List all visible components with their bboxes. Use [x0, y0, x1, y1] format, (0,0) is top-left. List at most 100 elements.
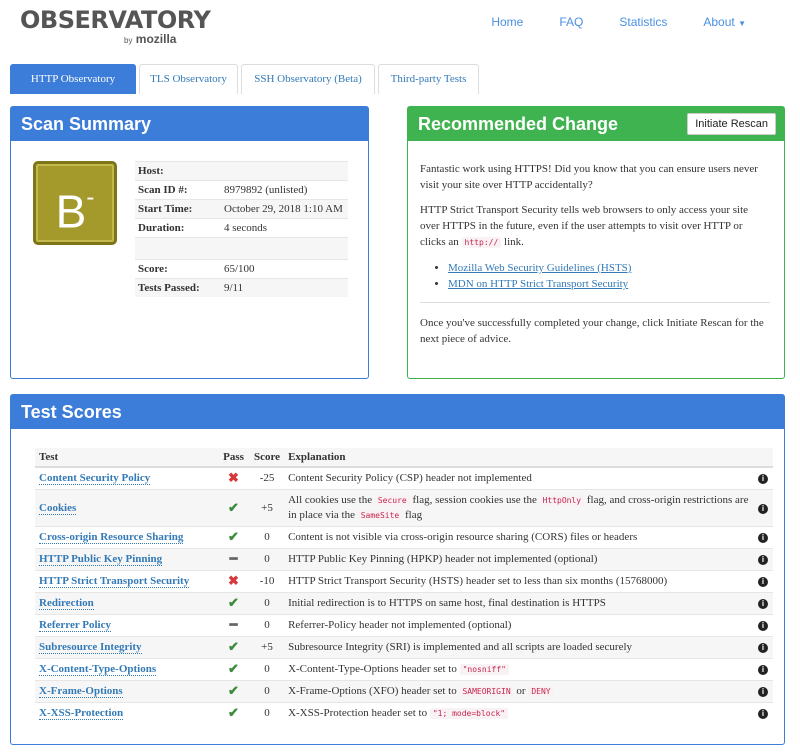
info-cell: i [753, 635, 773, 658]
table-row: HTTP Public Key Pinning ━ 0 HTTP Public Key… [35, 547, 773, 570]
test-name-cell: Content Security Policy [35, 466, 217, 489]
pass-cell: ✔ [217, 591, 250, 614]
table-row: Subresource Integrity ✔ +5 Subresource Inte… [35, 635, 773, 658]
test-name-link[interactable]: X-XSS-Protection [39, 707, 124, 721]
table-header-row: Test Pass Score Explanation [35, 448, 773, 468]
test-name-cell: Redirection [35, 591, 217, 614]
summary-row: Start Time: October 29, 2018 1:10 AM [135, 199, 348, 219]
top-bar: OBSERVATORY by mozilla Home FAQ Statisti… [0, 0, 800, 58]
explanation-text: Initial redirection is to HTTPS on same … [288, 597, 606, 609]
table-row: HTTP Strict Transport Security ✖ -10 HTTP S… [35, 569, 773, 592]
score-cell: 0 [250, 613, 285, 636]
pass-check-icon: ✔ [228, 705, 239, 721]
info-icon[interactable]: i [758, 533, 768, 543]
score-cell: 0 [250, 525, 285, 548]
explanation-text: or [513, 684, 529, 697]
explanation-text: X-Content-Type-Options header set to [288, 663, 460, 675]
info-cell: i [753, 488, 773, 526]
score-cell: 0 [250, 657, 285, 680]
code-token: SAMEORIGIN [459, 685, 514, 697]
info-cell: i [753, 525, 773, 548]
info-icon[interactable]: i [758, 599, 768, 609]
pass-cell: ✔ [217, 525, 250, 548]
recommendation-intro: Fantastic work using HTTPS! Did you know… [420, 163, 758, 191]
nav-faq[interactable]: FAQ [541, 14, 601, 32]
nav-home[interactable]: Home [473, 14, 541, 32]
pass-check-icon: ✔ [228, 499, 239, 515]
info-icon[interactable]: i [758, 687, 768, 697]
test-name-link[interactable]: X-Content-Type-Options [39, 663, 157, 676]
fail-x-icon: ✖ [228, 470, 239, 486]
pass-cell: ✔ [217, 679, 250, 702]
test-name-link[interactable]: Referrer Policy [39, 619, 111, 632]
summary-key: Host: [135, 161, 221, 181]
test-name-link[interactable]: HTTP Strict Transport Security [39, 575, 190, 588]
explanation-cell: Subresource Integrity (SRI) is implement… [284, 635, 753, 658]
nav-statistics[interactable]: Statistics [601, 14, 685, 32]
test-name-link[interactable]: Cross-origin Resource Sharing [39, 531, 184, 544]
test-name-link[interactable]: Subresource Integrity [39, 641, 142, 654]
explanation-text: Content Security Policy (CSP) header not… [288, 472, 532, 485]
info-cell: i [753, 466, 773, 489]
info-icon[interactable]: i [758, 474, 768, 485]
explanation-cell: HTTP Strict Transport Security (HSTS) he… [284, 569, 753, 592]
score-cell: 0 [250, 547, 285, 570]
code-token: "1; mode=block" [429, 708, 509, 720]
col-info [753, 448, 773, 468]
link-mozilla-guidelines-hsts[interactable]: Mozilla Web Security Guidelines (HSTS) [448, 262, 631, 274]
test-scores-title: Test Scores [11, 395, 784, 429]
explanation-cell: X-Content-Type-Options header set to "no… [284, 657, 753, 680]
tab-third-party-tests[interactable]: Third-party Tests [378, 64, 479, 94]
explanation-cell: X-XSS-Protection header set to "1; mode=… [284, 701, 753, 724]
explanation-cell: All cookies use the Secure flag, session… [284, 488, 753, 526]
link-mdn-hsts[interactable]: MDN on HTTP Strict Transport Security [448, 278, 628, 290]
pass-cell: ━ [217, 613, 250, 636]
col-test: Test [35, 448, 217, 468]
grade-letter: B [55, 185, 87, 238]
summary-row: Tests Passed: 9/11 [135, 278, 348, 297]
explanation-text: X-Frame-Options (XFO) header set to [288, 684, 460, 697]
info-icon[interactable]: i [758, 665, 768, 675]
info-cell: i [753, 613, 773, 636]
explanation-text: Subresource Integrity (SRI) is implement… [288, 641, 633, 653]
logo-wordmark: OBSERVATORY [20, 6, 211, 34]
col-pass: Pass [217, 448, 250, 468]
test-name-cell: Cookies [35, 488, 217, 526]
table-row: X-Frame-Options ✔ 0 X-Frame-Options (XFO) h… [35, 679, 773, 702]
score-cell: +5 [250, 488, 285, 526]
pass-cell: ✔ [217, 657, 250, 680]
observatory-logo[interactable]: OBSERVATORY by mozilla [20, 6, 211, 46]
summary-value: October 29, 2018 1:10 AM [221, 199, 348, 219]
info-icon[interactable]: i [758, 503, 768, 514]
initiate-rescan-button[interactable]: Initiate Rescan [687, 113, 776, 135]
info-icon[interactable]: i [758, 643, 768, 653]
info-icon[interactable]: i [758, 621, 768, 631]
test-name-cell: HTTP Public Key Pinning [35, 547, 217, 570]
info-cell: i [753, 679, 773, 702]
explanation-text: All cookies use the [288, 493, 375, 506]
tab-http-observatory[interactable]: HTTP Observatory [10, 64, 136, 94]
col-explanation: Explanation [284, 448, 753, 468]
nav-about[interactable]: About ▼ [685, 14, 764, 32]
info-icon[interactable]: i [758, 577, 768, 587]
test-name-link[interactable]: Redirection [39, 597, 94, 610]
summary-key: Scan ID #: [135, 180, 221, 200]
test-rows: Content Security Policy ✖ -25 Content Secur… [35, 466, 773, 724]
summary-value: 8979892 (unlisted) [221, 180, 348, 200]
scan-summary-title: Scan Summary [11, 107, 368, 141]
tab-tls-observatory[interactable]: TLS Observatory [139, 64, 238, 94]
fail-x-icon: ✖ [228, 573, 239, 588]
tab-ssh-observatory[interactable]: SSH Observatory (Beta) [241, 64, 375, 94]
summary-table: Host: Scan ID #: 8979892 (unlisted) Start… [135, 161, 348, 297]
test-name-link[interactable]: Cookies [39, 501, 77, 515]
pass-cell: ✔ [217, 701, 250, 724]
test-name-link[interactable]: Content Security Policy [39, 472, 151, 486]
test-name-cell: X-Frame-Options [35, 679, 217, 702]
test-name-link[interactable]: HTTP Public Key Pinning [39, 553, 163, 566]
test-name-link[interactable]: X-Frame-Options [39, 685, 123, 698]
info-icon[interactable]: i [758, 709, 768, 720]
code-token: SameSite [357, 509, 403, 521]
info-icon[interactable]: i [758, 555, 768, 565]
info-cell: i [753, 701, 773, 724]
grade-modifier: - [86, 184, 95, 211]
